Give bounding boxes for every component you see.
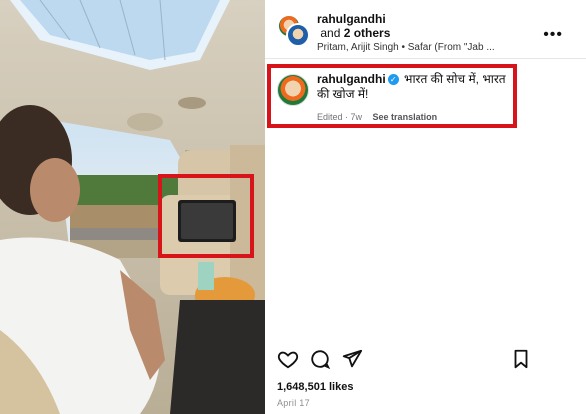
post-author[interactable]: rahulgandhi [317, 12, 386, 26]
bookmark-icon[interactable] [510, 348, 532, 370]
collaborator-avatars[interactable] [277, 14, 310, 47]
collaborators-link[interactable]: and 2 others [317, 26, 390, 40]
action-bar [277, 348, 577, 370]
like-count[interactable]: 1,648,501 likes [277, 381, 353, 393]
comment-icon[interactable] [309, 348, 331, 370]
highlight-box-caption [267, 64, 517, 128]
collaborators-prefix: and [320, 26, 344, 40]
heart-icon[interactable] [277, 348, 299, 370]
avatar [286, 23, 310, 47]
post-caption: rahulgandhi ✓ भारत की सोच में, भारत की खो… [267, 64, 517, 128]
post-panel: rahulgandhi and 2 others Pritam, Arijit … [265, 0, 586, 414]
highlight-box-screen [158, 174, 254, 258]
music-label[interactable]: Pritam, Arijit Singh • Safar (From "Jab … [317, 42, 495, 53]
more-options-icon[interactable]: ••• [543, 26, 563, 44]
divider [265, 58, 586, 59]
post-header: rahulgandhi and 2 others Pritam, Arijit … [277, 12, 577, 53]
post-date[interactable]: April 17 [277, 398, 310, 408]
post-media[interactable] [0, 0, 265, 414]
collaborators-count: 2 others [343, 26, 391, 40]
share-icon[interactable] [341, 348, 363, 370]
